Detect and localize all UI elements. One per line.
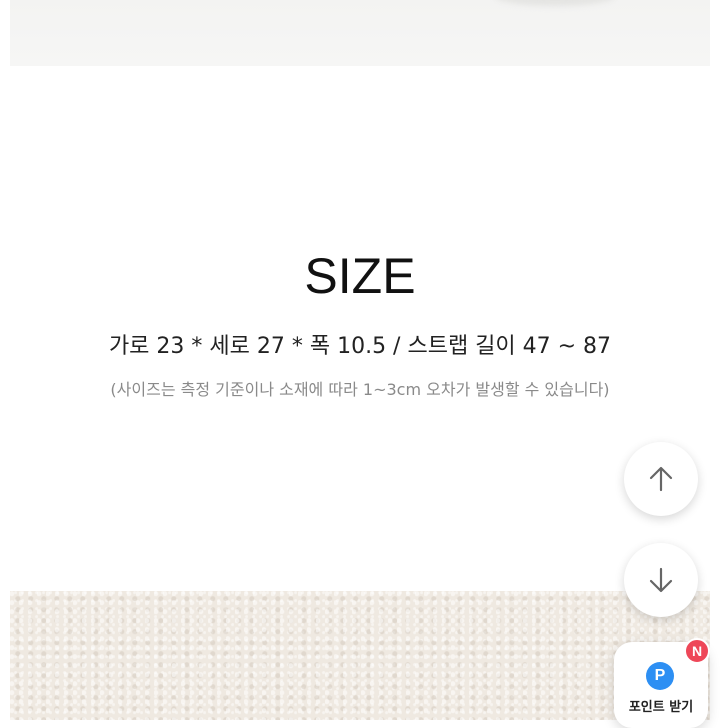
new-badge: N xyxy=(684,638,710,664)
scroll-top-button[interactable] xyxy=(624,442,698,516)
size-heading: SIZE xyxy=(304,248,416,304)
product-photo-shadow xyxy=(495,0,615,6)
point-icon: P xyxy=(646,662,674,690)
product-photo-bottom xyxy=(10,591,710,720)
size-note: (사이즈는 측정 기준이나 소재에 따라 1~3cm 오차가 발생할 수 있습니… xyxy=(110,380,610,399)
product-photo-top xyxy=(10,0,710,66)
scroll-bottom-button[interactable] xyxy=(624,543,698,617)
arrow-up-icon xyxy=(649,466,673,492)
get-points-label: 포인트 받기 xyxy=(628,700,694,715)
arrow-down-icon xyxy=(649,567,673,593)
size-dimensions: 가로 23 * 세로 27 * 폭 10.5 / 스트랩 길이 47 ~ 87 xyxy=(108,334,612,359)
